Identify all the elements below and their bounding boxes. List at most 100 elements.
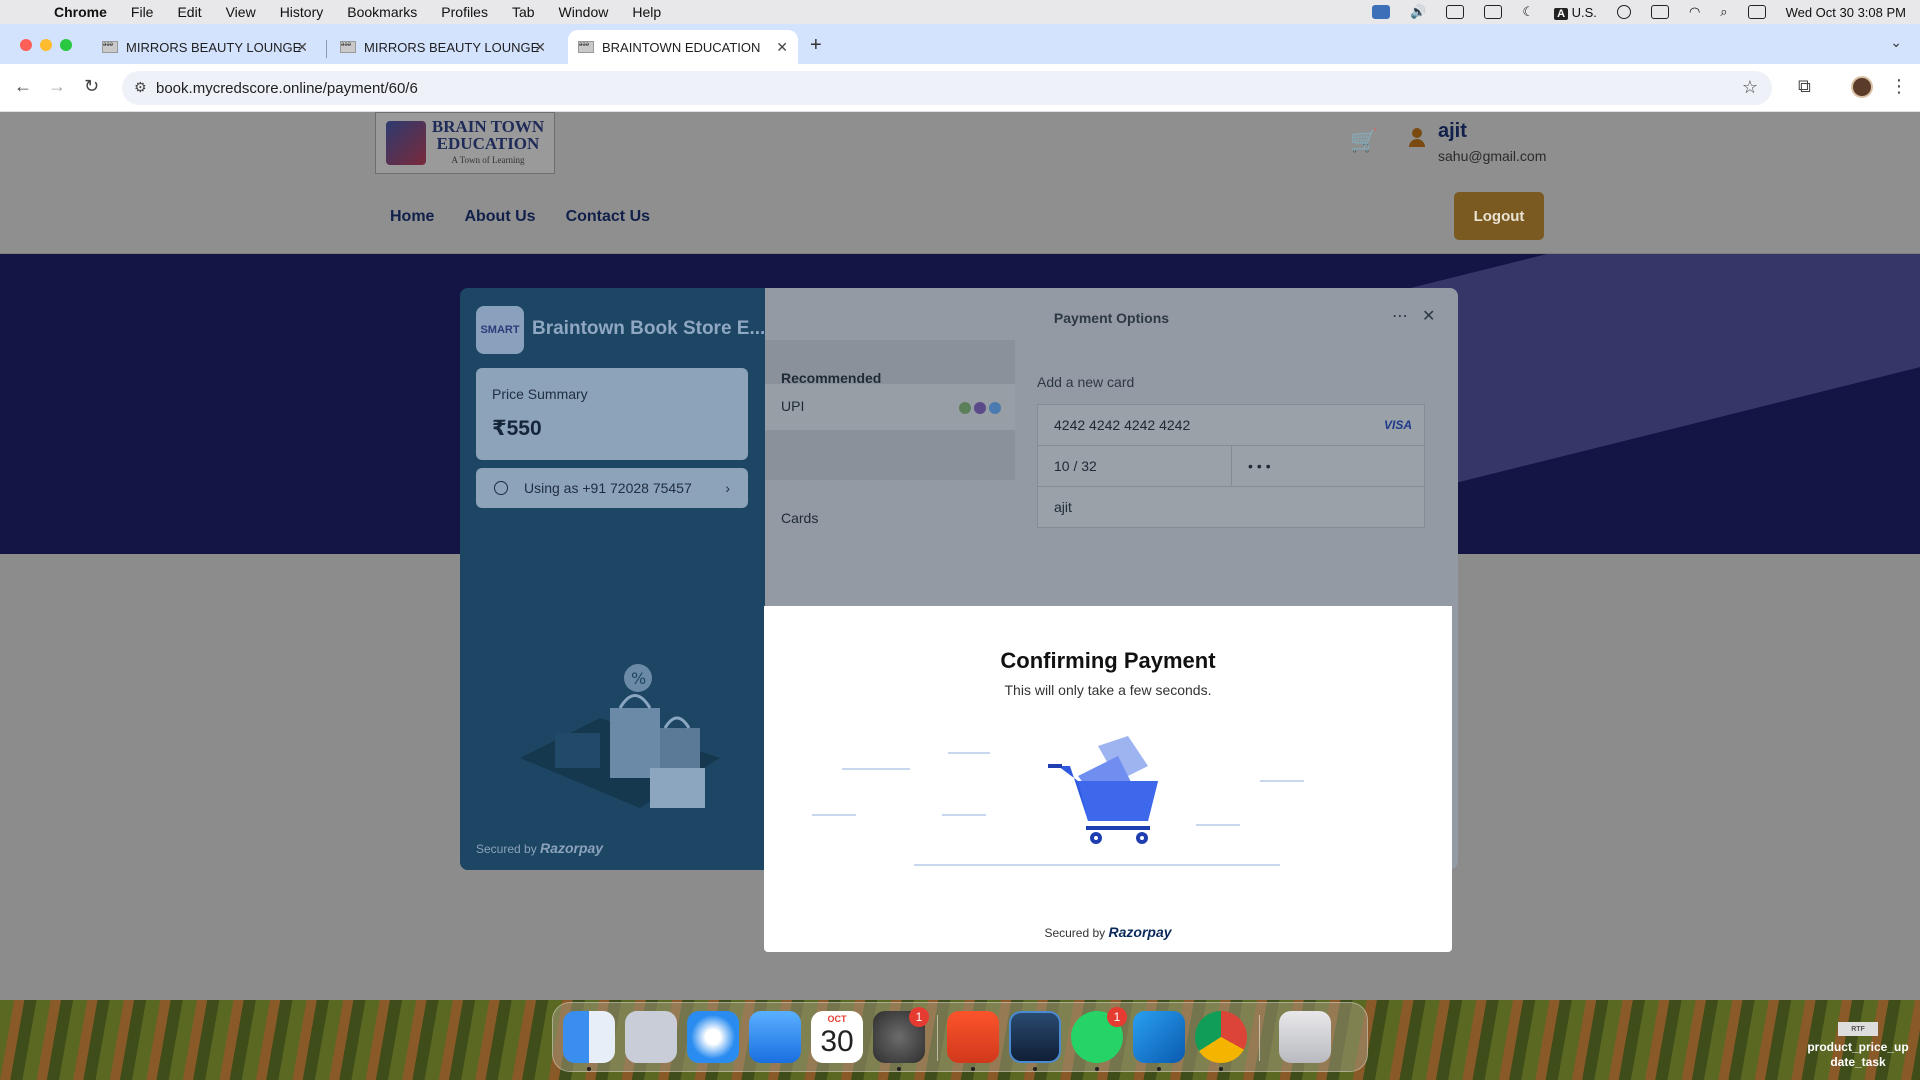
launchpad-icon[interactable] (625, 1011, 677, 1063)
mail-icon[interactable] (749, 1011, 801, 1063)
control-center-icon[interactable] (1747, 5, 1766, 19)
profile-avatar[interactable] (1851, 76, 1873, 98)
tab-close-icon[interactable]: ✕ (296, 39, 308, 56)
screen-recorder-icon[interactable] (1372, 5, 1391, 19)
vscode-icon[interactable] (1133, 1011, 1185, 1063)
nav-about-us[interactable]: About Us (464, 208, 535, 226)
price-amount: ₹550 (492, 417, 542, 440)
new-tab-plus-icon[interactable]: + (810, 34, 822, 57)
price-summary-label: Price Summary (492, 386, 588, 402)
card-number-field[interactable]: 4242 4242 4242 4242 VISA (1037, 404, 1425, 446)
shopping-cart-illustration (1048, 736, 1158, 844)
calendar-icon[interactable]: OCT 30 (811, 1011, 863, 1063)
tab-mirrors-beauty-2[interactable]: ǝǝǝ MIRRORS BEAUTY LOUNGE ✕ (330, 30, 556, 64)
forward-arrow-icon[interactable]: → (48, 76, 66, 97)
menu-bar-clock[interactable]: Wed Oct 30 3:08 PM (1786, 5, 1906, 20)
close-icon[interactable]: ✕ (1422, 306, 1435, 326)
razorpay-logo: Razorpay (540, 840, 604, 856)
nav-home[interactable]: Home (390, 208, 434, 226)
brave-browser-icon[interactable] (947, 1011, 999, 1063)
cardholder-name-value: ajit (1054, 499, 1072, 515)
menu-history[interactable]: History (280, 4, 324, 20)
menu-edit[interactable]: Edit (177, 4, 201, 20)
logo-text: BRAIN TOWN EDUCATION A Town of Learning (432, 118, 544, 169)
site-logo[interactable]: BRAIN TOWN EDUCATION A Town of Learning (375, 112, 555, 174)
person-icon (494, 481, 508, 495)
menu-tab[interactable]: Tab (512, 4, 535, 20)
chrome-icon[interactable] (1195, 1011, 1247, 1063)
stage-manager-icon[interactable] (1484, 5, 1503, 19)
cvv-field[interactable]: ••• (1231, 445, 1425, 487)
dock-separator (937, 1015, 938, 1061)
menu-file[interactable]: File (131, 4, 154, 20)
method-cards[interactable]: Cards (781, 510, 818, 526)
more-options-icon[interactable]: ⋯ (1392, 306, 1408, 326)
contact-details-button[interactable]: Using as +91 72028 75457 › (476, 468, 748, 508)
site-info-icon[interactable]: ⚙ (134, 79, 147, 96)
running-indicator (971, 1067, 975, 1071)
address-bar[interactable]: ⚙ book.mycredscore.online/payment/60/6 ☆ (122, 71, 1772, 105)
minimize-window-button[interactable] (40, 39, 52, 51)
shopping-bags-illustration: % (520, 664, 720, 808)
close-window-button[interactable] (20, 39, 32, 51)
svg-text:%: % (631, 669, 646, 688)
merchant-logo: SMART (476, 306, 524, 354)
address-bar-url: book.mycredscore.online/payment/60/6 (156, 79, 418, 97)
left-secured-by: Secured by Razorpay (476, 840, 603, 856)
chrome-menu-kebab-icon[interactable]: ⋮ (1890, 76, 1908, 97)
moon-icon[interactable]: ☾ (1522, 4, 1534, 20)
menu-help[interactable]: Help (632, 4, 661, 20)
tab-search-chevron-icon[interactable]: ⌄ (1890, 34, 1902, 51)
menu-app-chrome[interactable]: Chrome (54, 4, 107, 20)
tab-mirrors-beauty-1[interactable]: ǝǝǝ MIRRORS BEAUTY LOUNGE ✕ (92, 30, 318, 64)
visa-logo: VISA (1383, 418, 1412, 432)
zoom-window-button[interactable] (60, 39, 72, 51)
site-header: BRAIN TOWN EDUCATION A Town of Learning … (0, 112, 1920, 254)
speed-line (812, 814, 856, 816)
battery-icon[interactable] (1650, 5, 1669, 19)
input-source-label: U.S. (1571, 4, 1597, 20)
menu-view[interactable]: View (226, 4, 256, 20)
user-switch-icon[interactable] (1616, 5, 1631, 19)
method-upi[interactable]: UPI (765, 384, 1015, 430)
volume-icon[interactable]: 🔊 (1410, 4, 1426, 20)
speed-line (842, 768, 910, 770)
desktop-file[interactable]: RTF product_price_up date_task (1796, 1022, 1920, 1070)
menu-bookmarks[interactable]: Bookmarks (347, 4, 417, 20)
shopping-cart-icon[interactable]: 🛒 (1350, 128, 1377, 154)
reload-icon[interactable]: ↻ (84, 76, 99, 97)
logout-button[interactable]: Logout (1454, 192, 1544, 240)
tab-close-icon[interactable]: ✕ (534, 39, 546, 56)
cardholder-name-field[interactable]: ajit (1037, 486, 1425, 528)
back-arrow-icon[interactable]: ← (14, 76, 32, 97)
tab-braintown-education[interactable]: ǝǝǝ BRAINTOWN EDUCATION ✕ (568, 30, 798, 64)
user-email: sahu@gmail.com (1438, 148, 1547, 164)
tab-close-icon[interactable]: ✕ (776, 39, 788, 56)
expiry-field[interactable]: 10 / 32 (1037, 445, 1232, 487)
display-icon[interactable] (1446, 5, 1465, 19)
calendar-day: 30 (820, 1025, 854, 1058)
site-nav: Home About Us Contact Us (390, 208, 650, 226)
screen-recorder-app-icon[interactable] (1009, 1011, 1061, 1063)
bookmark-star-icon[interactable]: ☆ (1742, 77, 1758, 98)
safari-icon[interactable] (687, 1011, 739, 1063)
menu-window[interactable]: Window (559, 4, 609, 20)
trash-icon[interactable] (1279, 1011, 1331, 1063)
desktop-file-name: product_price_up date_task (1807, 1040, 1909, 1069)
menu-profiles[interactable]: Profiles (441, 4, 488, 20)
input-source[interactable]: A U.S. (1554, 5, 1597, 20)
wifi-icon[interactable]: ◠ (1689, 4, 1700, 20)
finder-icon[interactable] (563, 1011, 615, 1063)
hero-decor-stripe (1387, 254, 1920, 488)
running-indicator (1219, 1067, 1223, 1071)
spotlight-search-icon[interactable]: ⌕ (1720, 4, 1727, 20)
whatsapp-icon[interactable]: 1 (1071, 1007, 1127, 1063)
left-secured-prefix: Secured by (476, 842, 537, 856)
page-viewport: BRAIN TOWN EDUCATION A Town of Learning … (0, 112, 1920, 1000)
system-settings-icon[interactable]: 1 (873, 1007, 929, 1063)
nav-contact-us[interactable]: Contact Us (566, 208, 650, 226)
user-name: ajit (1438, 120, 1467, 142)
checkout-summary-panel: SMART Braintown Book Store E... Price Su… (460, 288, 765, 870)
tab-title: MIRRORS BEAUTY LOUNGE (126, 39, 302, 55)
extensions-puzzle-icon[interactable]: ⧉ (1798, 76, 1811, 97)
